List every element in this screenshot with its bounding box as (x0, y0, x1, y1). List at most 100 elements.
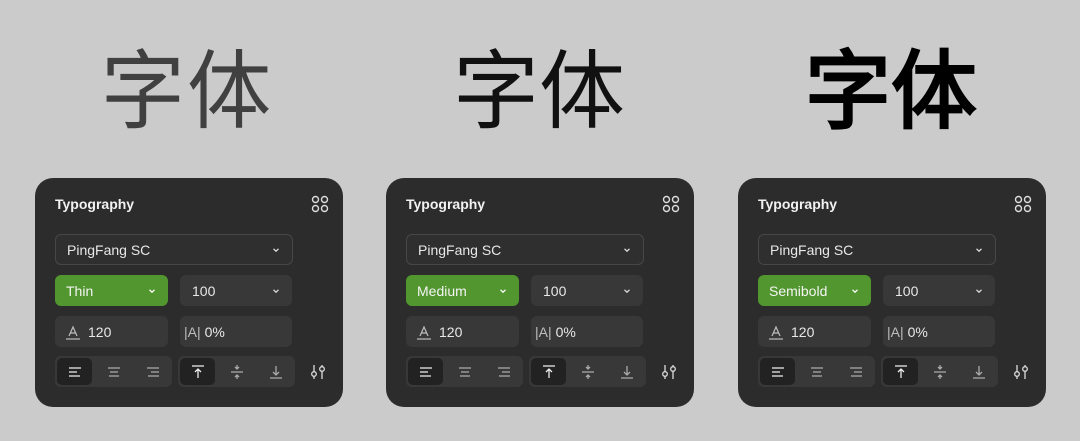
font-weight-select[interactable]: Thin (55, 275, 168, 306)
vertical-align-group (881, 356, 998, 387)
align-bottom-icon (972, 365, 985, 379)
letter-spacing-input[interactable]: |A| 0% (531, 316, 643, 347)
letter-spacing-icon: |A| (887, 323, 904, 340)
align-bottom-icon (620, 365, 633, 379)
line-height-input[interactable]: 120 (406, 316, 519, 347)
chevron-down-icon (624, 247, 630, 252)
line-height-icon (66, 325, 80, 340)
align-middle-button[interactable] (219, 358, 254, 385)
align-center-button[interactable] (799, 358, 834, 385)
align-middle-icon (581, 364, 594, 379)
font-weight-select[interactable]: Medium (406, 275, 519, 306)
sliders-icon[interactable] (660, 363, 678, 381)
align-left-icon (771, 366, 784, 377)
vertical-align-group (529, 356, 646, 387)
align-left-button[interactable] (408, 358, 443, 385)
chevron-down-icon (624, 288, 630, 293)
line-height-input[interactable]: 120 (55, 316, 168, 347)
align-center-button[interactable] (447, 358, 482, 385)
font-weight-value: Medium (417, 282, 467, 299)
chevron-down-icon (149, 288, 155, 293)
align-right-button[interactable] (838, 358, 873, 385)
chevron-down-icon (500, 288, 506, 293)
font-family-value: PingFang SC (418, 241, 502, 258)
letter-spacing-value: 0% (907, 323, 928, 340)
panel-title: Typography (55, 196, 135, 212)
align-right-icon (849, 366, 862, 377)
font-weight-select[interactable]: Semibold (758, 275, 871, 306)
chevron-down-icon (976, 247, 982, 252)
align-left-button[interactable] (760, 358, 795, 385)
chevron-down-icon (273, 247, 279, 252)
letter-spacing-input[interactable]: |A| 0% (180, 316, 292, 347)
text-align-group (758, 356, 875, 387)
align-right-button[interactable] (486, 358, 521, 385)
align-right-icon (497, 366, 510, 377)
align-center-icon (107, 366, 120, 377)
chevron-down-icon (273, 288, 279, 293)
letter-spacing-input[interactable]: |A| 0% (883, 316, 995, 347)
align-middle-button[interactable] (922, 358, 957, 385)
text-align-group (55, 356, 172, 387)
grid-dots-icon[interactable] (311, 195, 329, 213)
align-left-icon (419, 366, 432, 377)
font-weight-value: Thin (66, 282, 94, 299)
vertical-align-group (178, 356, 295, 387)
align-bottom-button[interactable] (258, 358, 293, 385)
align-center-icon (810, 366, 823, 377)
letter-spacing-value: 0% (555, 323, 576, 340)
font-family-value: PingFang SC (770, 241, 854, 258)
align-bottom-button[interactable] (609, 358, 644, 385)
font-family-select[interactable]: PingFang SC (406, 234, 644, 265)
letter-spacing-icon: |A| (184, 323, 201, 340)
font-weight-value: Semibold (769, 282, 828, 299)
align-top-button[interactable] (883, 358, 918, 385)
typography-panel: Typography PingFang SC Semibold 100 120 … (738, 178, 1046, 407)
align-top-icon (894, 364, 907, 378)
panel-title: Typography (406, 196, 486, 212)
typography-panel: Typography PingFang SC Medium 100 120 |A… (386, 178, 694, 407)
line-height-value: 120 (88, 323, 112, 340)
letter-spacing-icon: |A| (535, 323, 552, 340)
grid-dots-icon[interactable] (662, 195, 680, 213)
text-align-group (406, 356, 523, 387)
line-height-input[interactable]: 120 (758, 316, 871, 347)
align-left-icon (68, 366, 81, 377)
font-size-value: 100 (192, 282, 216, 299)
font-size-select[interactable]: 100 (180, 275, 292, 306)
align-center-icon (458, 366, 471, 377)
align-right-button[interactable] (135, 358, 170, 385)
panel-title: Typography (758, 196, 838, 212)
font-family-select[interactable]: PingFang SC (758, 234, 996, 265)
align-right-icon (146, 366, 159, 377)
align-top-button[interactable] (180, 358, 215, 385)
grid-dots-icon[interactable] (1014, 195, 1032, 213)
font-size-select[interactable]: 100 (883, 275, 995, 306)
font-size-select[interactable]: 100 (531, 275, 643, 306)
align-center-button[interactable] (96, 358, 131, 385)
align-top-icon (191, 364, 204, 378)
typography-panel: Typography PingFang SC Thin 100 120 |A| … (35, 178, 343, 407)
align-bottom-button[interactable] (961, 358, 996, 385)
line-height-icon (769, 325, 783, 340)
align-top-icon (542, 364, 555, 378)
align-middle-icon (933, 364, 946, 379)
align-top-button[interactable] (531, 358, 566, 385)
letter-spacing-value: 0% (204, 323, 225, 340)
font-sample-medium: 字体 (453, 42, 625, 142)
font-family-value: PingFang SC (67, 241, 151, 258)
font-sample-semibold: 字体 (805, 42, 977, 142)
font-sample-thin: 字体 (100, 42, 274, 142)
sliders-icon[interactable] (309, 363, 327, 381)
line-height-value: 120 (791, 323, 815, 340)
align-middle-icon (230, 364, 243, 379)
align-left-button[interactable] (57, 358, 92, 385)
align-bottom-icon (269, 365, 282, 379)
font-family-select[interactable]: PingFang SC (55, 234, 293, 265)
font-size-value: 100 (895, 282, 919, 299)
chevron-down-icon (852, 288, 858, 293)
sliders-icon[interactable] (1012, 363, 1030, 381)
font-size-value: 100 (543, 282, 567, 299)
line-height-value: 120 (439, 323, 463, 340)
align-middle-button[interactable] (570, 358, 605, 385)
